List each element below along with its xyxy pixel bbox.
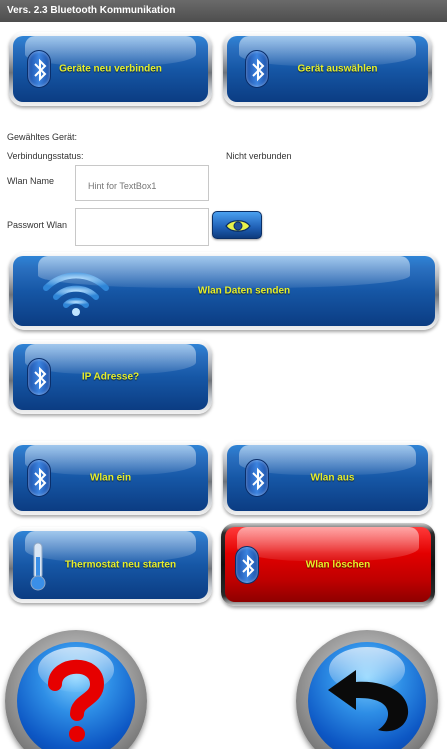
wifi-off-label: Wlan aus <box>310 472 355 484</box>
wifi-name-input[interactable] <box>75 165 209 201</box>
reconnect-devices-label: Geräte neu verbinden <box>59 63 162 75</box>
wifi-on-label: Wlan ein <box>89 472 132 484</box>
app-title: Vers. 2.3 Bluetooth Kommunikation <box>7 5 176 16</box>
connection-status-value: Nicht verbunden <box>226 151 292 161</box>
wifi-name-label: Wlan Name <box>7 176 55 186</box>
back-arrow-icon <box>328 670 409 732</box>
select-device-button[interactable]: Gerät auswählen <box>223 32 432 106</box>
eye-icon <box>225 220 251 232</box>
reconnect-devices-button[interactable]: Geräte neu verbinden <box>9 32 212 106</box>
restart-thermostat-label: Thermostat neu starten <box>64 559 177 571</box>
ip-address-label: IP Adresse? <box>81 371 140 383</box>
select-device-label: Gerät auswählen <box>297 63 378 75</box>
title-bar: Vers. 2.3 Bluetooth Kommunikation <box>0 0 447 22</box>
wifi-password-input[interactable] <box>75 208 209 246</box>
selected-device-label: Gewähltes Gerät: <box>7 132 78 142</box>
back-button[interactable] <box>296 630 438 749</box>
wifi-password-label: Passwort Wlan <box>7 220 68 230</box>
ip-address-button[interactable]: IP Adresse? <box>9 340 212 414</box>
wifi-off-button[interactable]: Wlan aus <box>223 441 432 515</box>
question-mark-icon <box>48 659 105 742</box>
help-button[interactable] <box>5 630 147 749</box>
show-password-button[interactable] <box>212 211 262 239</box>
wifi-on-button[interactable]: Wlan ein <box>9 441 212 515</box>
delete-wifi-label: Wlan löschen <box>305 559 371 570</box>
connection-status-label: Verbindungsstatus: <box>7 151 84 161</box>
send-wifi-data-label: Wlan Daten senden <box>197 285 291 297</box>
restart-thermostat-button[interactable]: Thermostat neu starten <box>9 527 212 603</box>
delete-wifi-button[interactable]: Wlan löschen <box>221 523 435 606</box>
send-wifi-data-button[interactable]: Wlan Daten senden <box>9 252 439 330</box>
